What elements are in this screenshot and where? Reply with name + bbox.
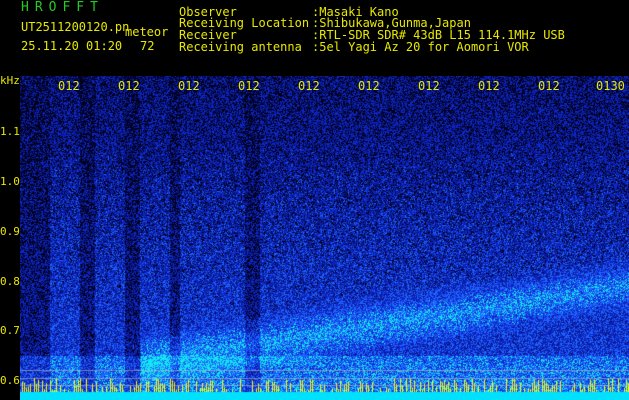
x-tick-label: 012	[238, 79, 260, 93]
x-tick-label: 012	[118, 79, 140, 93]
file-suffix: meteor	[125, 25, 169, 39]
y-tick-label: 1.0	[0, 175, 20, 188]
x-tick-label: 012	[58, 79, 80, 93]
app-title: HROFFT	[21, 0, 104, 15]
x-tick-label: 012	[418, 79, 440, 93]
y-tick-label: 0.7	[0, 324, 20, 337]
y-tick-label: 0.9	[0, 225, 20, 238]
y-tick-label: 0.8	[0, 275, 20, 288]
x-tick-label: 012	[178, 79, 200, 93]
y-axis-unit: kHz	[0, 74, 20, 87]
x-tick-label: 012	[298, 79, 320, 93]
file-name: UT2511200120.pn	[21, 20, 130, 34]
spectrogram-plot	[20, 76, 629, 400]
x-tick-label: 0130	[596, 79, 625, 93]
x-tick-label: 012	[478, 79, 500, 93]
x-tick-label: 012	[538, 79, 560, 93]
spectrogram-window: HROFFT UT2511200120.pn meteor 25.11.20 0…	[0, 0, 629, 400]
antenna-label: Receiving antenna	[179, 40, 302, 54]
y-tick-label: 1.1	[0, 125, 20, 138]
antenna-value: :5el Yagi Az 20 for Aomori VOR	[312, 40, 529, 54]
event-count: 72	[140, 39, 155, 53]
y-tick-label: 0.6	[0, 374, 20, 387]
date-time: 25.11.20 01:20	[21, 39, 123, 53]
x-tick-label: 012	[358, 79, 380, 93]
